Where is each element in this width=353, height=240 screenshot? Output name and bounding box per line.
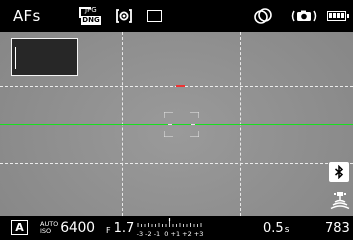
af-mode-label: AFs	[13, 7, 41, 25]
aperture-f-label: F	[106, 225, 111, 235]
bottom-exposure-bar: A AUTO ISO 6400 F 1.7 -3 -2 -1 0 +1 +2 +…	[0, 216, 353, 240]
stabilization-icon[interactable]	[291, 0, 317, 32]
overlay-panel-marker	[15, 47, 16, 69]
file-format-jpg-label: JPG	[85, 6, 97, 14]
shutter-speed-value: 0.5	[263, 220, 284, 236]
single-drive-icon[interactable]	[147, 0, 162, 32]
file-format-dng-label: DNG	[81, 16, 101, 25]
ev-scale-labels: -3 -2 -1 0 +1 +2 +3	[136, 230, 204, 238]
gps-signal-icon[interactable]	[329, 190, 351, 212]
top-status-bar: AFs JPG DNG	[0, 0, 353, 32]
stabilization-glyph	[291, 10, 317, 22]
af-mode-indicator[interactable]: AFs	[13, 0, 41, 32]
af-focus-frame	[164, 112, 199, 137]
iso-labels: AUTO ISO	[40, 221, 58, 235]
iso-setting[interactable]: AUTO ISO 6400	[40, 216, 95, 240]
battery-cell-3	[337, 13, 340, 18]
battery-cell-1	[329, 13, 332, 18]
jpg-dng-icon[interactable]: JPG DNG	[79, 0, 101, 32]
shutter-speed-setting[interactable]: 0.5 s	[263, 216, 289, 240]
aperture-value: 1.7	[113, 220, 135, 236]
preview-overlay-panel	[11, 38, 78, 76]
exposure-mode-label: A	[15, 221, 24, 234]
shutter-speed-unit: s	[284, 224, 290, 235]
file-format-badge: JPG DNG	[79, 7, 101, 25]
exposure-compensation-scale[interactable]: -3 -2 -1 0 +1 +2 +3	[135, 216, 205, 240]
iso-value: 6400	[60, 220, 95, 236]
camera-live-view-screen: AFs JPG DNG A AUTO ISO 6400 F 1.7 -3 -2 …	[0, 0, 353, 240]
battery-cell-2	[333, 13, 336, 18]
drive-frame-glyph	[147, 10, 162, 22]
wb-glyph	[254, 8, 272, 24]
bluetooth-icon[interactable]	[329, 162, 349, 182]
battery-body	[327, 11, 349, 21]
gps-glyph	[330, 192, 350, 210]
exposure-mode-indicator[interactable]: A	[11, 220, 28, 235]
battery-cell-4	[341, 13, 344, 18]
horizon-level-indicator	[176, 85, 185, 87]
auto-white-balance-icon[interactable]	[254, 0, 272, 32]
shots-remaining-value: 783	[325, 220, 350, 236]
grid-line-horizontal-2	[0, 163, 353, 164]
spot-metering-icon[interactable]	[115, 0, 133, 32]
bluetooth-glyph	[335, 165, 344, 179]
aperture-setting[interactable]: F 1.7	[106, 216, 134, 240]
metering-glyph	[116, 9, 132, 23]
battery-full-icon	[327, 0, 349, 32]
iso-label: ISO	[40, 227, 52, 235]
shots-remaining-counter: 783	[325, 216, 350, 240]
battery-terminal	[347, 13, 349, 18]
